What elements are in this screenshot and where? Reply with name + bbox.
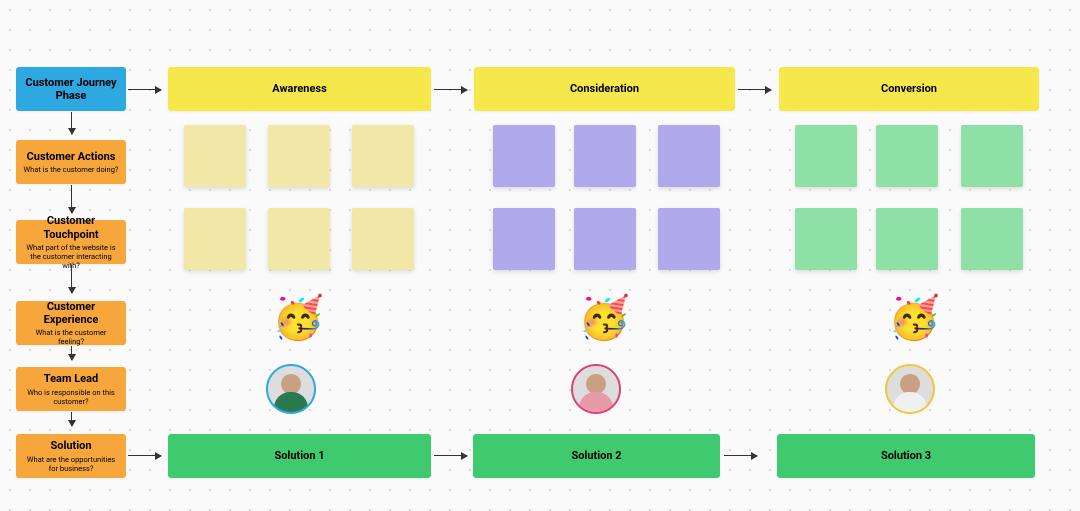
sticky-note[interactable] [574, 125, 636, 187]
row-title: Team Lead [44, 372, 98, 385]
journey-phase-title: Customer Journey Phase [22, 76, 120, 102]
solution-label: Solution 1 [274, 449, 324, 462]
sticky-note[interactable] [658, 125, 720, 187]
arrow-down-icon [71, 265, 72, 293]
party-face-icon: 🥳 [888, 298, 940, 340]
sticky-note[interactable] [795, 208, 857, 270]
phase-awareness[interactable]: Awareness [168, 67, 431, 111]
row-sub: What is the customer doing? [24, 165, 119, 174]
row-title: Customer Touchpoint [22, 214, 120, 240]
row-sub: What are the opportunities for business? [22, 455, 120, 473]
sticky-note[interactable] [268, 208, 330, 270]
sticky-note[interactable] [352, 208, 414, 270]
avatar-head [281, 374, 301, 394]
arrow-icon [724, 455, 757, 456]
avatar-head [586, 374, 606, 394]
arrow-icon [738, 89, 771, 90]
avatar[interactable] [571, 364, 621, 414]
sticky-note[interactable] [493, 208, 555, 270]
sticky-note[interactable] [961, 208, 1023, 270]
sticky-note[interactable] [268, 125, 330, 187]
phase-consideration[interactable]: Consideration [474, 67, 735, 111]
avatar[interactable] [885, 364, 935, 414]
solution-label: Solution 3 [881, 449, 931, 462]
phase-label: Conversion [881, 82, 937, 95]
phase-conversion[interactable]: Conversion [779, 67, 1039, 111]
arrow-icon [128, 455, 161, 456]
row-customer-experience[interactable]: Customer Experience What is the customer… [16, 301, 126, 345]
party-face-icon: 🥳 [578, 298, 630, 340]
row-customer-touchpoint[interactable]: Customer Touchpoint What part of the web… [16, 220, 126, 264]
row-title: Solution [50, 439, 91, 452]
sticky-note[interactable] [961, 125, 1023, 187]
arrow-icon [434, 89, 467, 90]
journey-phase-header[interactable]: Customer Journey Phase [16, 67, 126, 111]
sticky-note[interactable] [876, 208, 938, 270]
phase-label: Consideration [570, 82, 639, 95]
arrow-down-icon [71, 185, 72, 213]
row-sub: Who is responsible on this customer? [22, 388, 120, 406]
solution-card[interactable]: Solution 3 [777, 434, 1035, 478]
row-customer-actions[interactable]: Customer Actions What is the customer do… [16, 140, 126, 184]
row-team-lead[interactable]: Team Lead Who is responsible on this cus… [16, 367, 126, 411]
avatar-head [900, 374, 920, 394]
arrow-down-icon [71, 346, 72, 360]
avatar[interactable] [266, 364, 316, 414]
sticky-note[interactable] [493, 125, 555, 187]
arrow-icon [434, 455, 467, 456]
row-title: Customer Actions [27, 150, 116, 163]
arrow-down-icon [71, 112, 72, 134]
phase-label: Awareness [272, 82, 326, 95]
row-solution[interactable]: Solution What are the opportunities for … [16, 434, 126, 478]
party-face-icon: 🥳 [272, 298, 324, 340]
sticky-note[interactable] [795, 125, 857, 187]
sticky-note[interactable] [574, 208, 636, 270]
solution-card[interactable]: Solution 1 [168, 434, 431, 478]
arrow-icon [128, 89, 161, 90]
solution-card[interactable]: Solution 2 [473, 434, 720, 478]
row-title: Customer Experience [22, 300, 120, 326]
sticky-note[interactable] [184, 208, 246, 270]
sticky-note[interactable] [876, 125, 938, 187]
avatar-body [893, 392, 927, 414]
avatar-body [274, 392, 308, 414]
arrow-down-icon [71, 412, 72, 426]
sticky-note[interactable] [658, 208, 720, 270]
avatar-body [579, 392, 613, 414]
row-sub: What is the customer feeling? [22, 328, 120, 346]
sticky-note[interactable] [184, 125, 246, 187]
solution-label: Solution 2 [571, 449, 621, 462]
sticky-note[interactable] [352, 125, 414, 187]
